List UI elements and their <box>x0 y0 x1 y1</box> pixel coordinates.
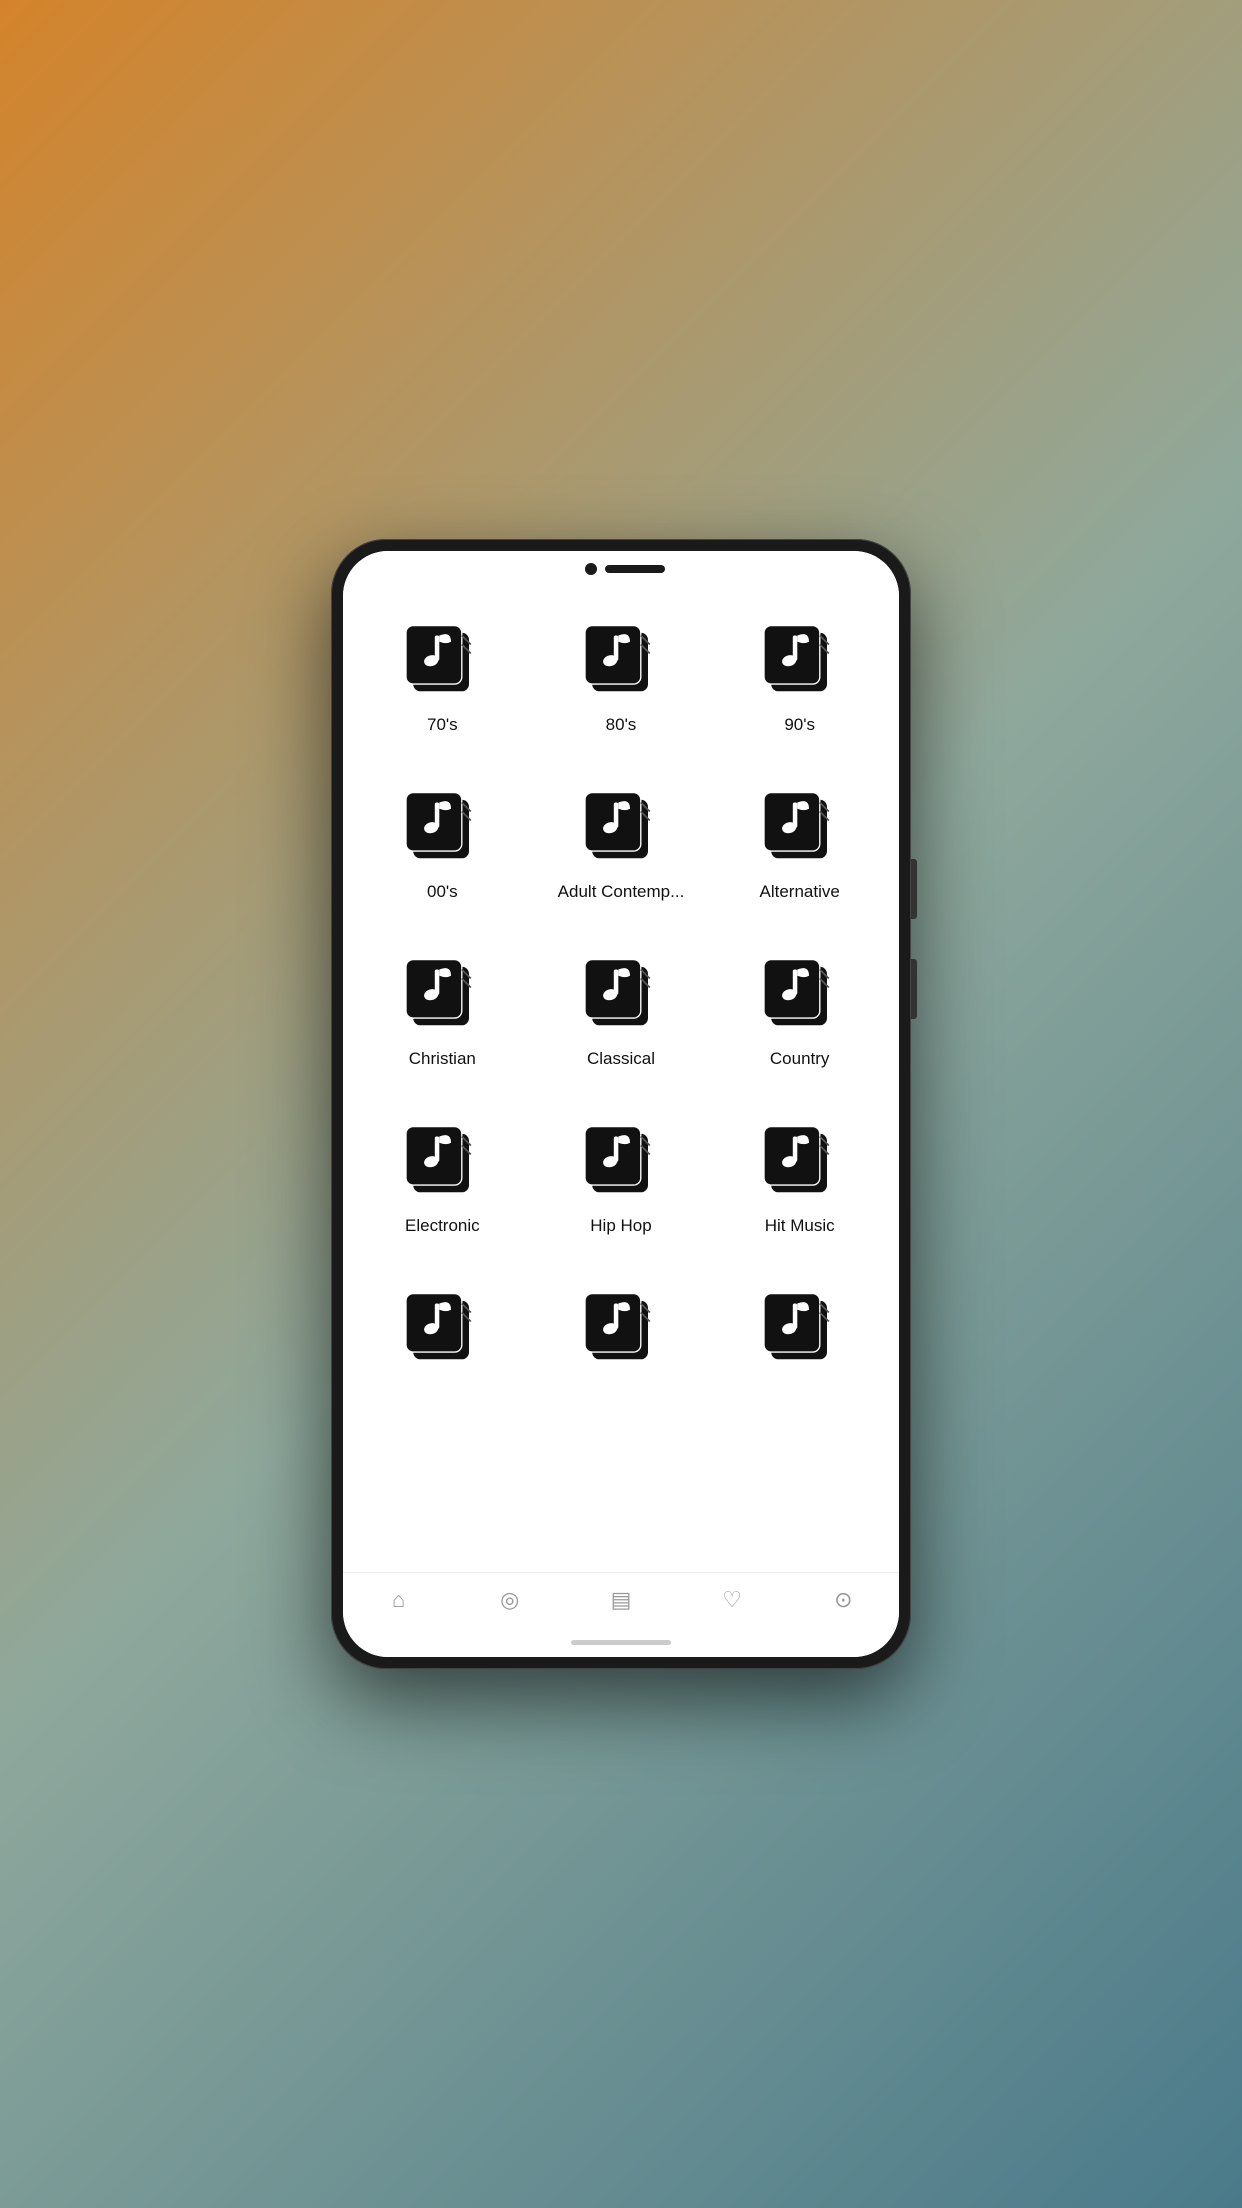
music-icon-70s <box>397 613 487 703</box>
genre-item-80s[interactable]: 80's <box>532 593 711 760</box>
genre-item-partial3[interactable] <box>710 1261 889 1408</box>
genre-item-hit-music[interactable]: Hit Music <box>710 1094 889 1261</box>
genre-item-90s[interactable]: 90's <box>710 593 889 760</box>
side-button-2 <box>911 959 917 1019</box>
genre-item-hip-hop[interactable]: Hip Hop <box>532 1094 711 1261</box>
music-icon-80s <box>576 613 666 703</box>
genre-label-electronic: Electronic <box>405 1216 480 1236</box>
genre-label-adult-contemp: Adult Contemp... <box>558 882 685 902</box>
speaker <box>605 565 665 573</box>
music-icon-partial1 <box>397 1281 487 1371</box>
genre-label-80s: 80's <box>606 715 637 735</box>
genre-label-classical: Classical <box>587 1049 655 1069</box>
music-icon-country <box>755 947 845 1037</box>
genre-label-hit-music: Hit Music <box>765 1216 835 1236</box>
music-icon-00s <box>397 780 487 870</box>
nav-browse[interactable]: ▤ <box>606 1585 636 1615</box>
music-icon-christian <box>397 947 487 1037</box>
home-indicator <box>571 1640 671 1645</box>
music-icon-adult-contemp <box>576 780 666 870</box>
music-icon-partial2 <box>576 1281 666 1371</box>
music-icon-classical <box>576 947 666 1037</box>
genres-grid: 70's 80's <box>343 583 899 1418</box>
home-indicator-bar <box>343 1627 899 1657</box>
genre-label-hip-hop: Hip Hop <box>590 1216 651 1236</box>
phone-screen: 70's 80's <box>343 583 899 1572</box>
bottom-nav: ⌂ ◎ ▤ ♡ ⊙ <box>343 1572 899 1627</box>
genre-label-christian: Christian <box>409 1049 476 1069</box>
music-icon-hip-hop <box>576 1114 666 1204</box>
genre-item-70s[interactable]: 70's <box>353 593 532 760</box>
music-icon-90s <box>755 613 845 703</box>
music-icon-hit-music <box>755 1114 845 1204</box>
genre-item-00s[interactable]: 00's <box>353 760 532 927</box>
genre-item-alternative[interactable]: Alternative <box>710 760 889 927</box>
genre-item-adult-contemp[interactable]: Adult Contemp... <box>532 760 711 927</box>
genre-item-partial1[interactable] <box>353 1261 532 1408</box>
phone-screen-container: 70's 80's <box>343 551 899 1657</box>
nav-home[interactable]: ⌂ <box>384 1585 414 1615</box>
genre-item-christian[interactable]: Christian <box>353 927 532 1094</box>
genre-item-partial2[interactable] <box>532 1261 711 1408</box>
genre-item-electronic[interactable]: Electronic <box>353 1094 532 1261</box>
music-icon-electronic <box>397 1114 487 1204</box>
nav-heart[interactable]: ♡ <box>717 1585 747 1615</box>
genre-label-00s: 00's <box>427 882 458 902</box>
music-icon-alternative <box>755 780 845 870</box>
genre-label-90s: 90's <box>784 715 815 735</box>
music-icon-partial3 <box>755 1281 845 1371</box>
genre-item-classical[interactable]: Classical <box>532 927 711 1094</box>
camera <box>585 563 597 575</box>
nav-search[interactable]: ◎ <box>495 1585 525 1615</box>
genre-label-country: Country <box>770 1049 830 1069</box>
genre-label-alternative: Alternative <box>760 882 840 902</box>
genre-label-70s: 70's <box>427 715 458 735</box>
notch-area <box>343 551 899 583</box>
phone-frame: 70's 80's <box>331 539 911 1669</box>
side-button-1 <box>911 859 917 919</box>
nav-profile[interactable]: ⊙ <box>828 1585 858 1615</box>
genre-item-country[interactable]: Country <box>710 927 889 1094</box>
